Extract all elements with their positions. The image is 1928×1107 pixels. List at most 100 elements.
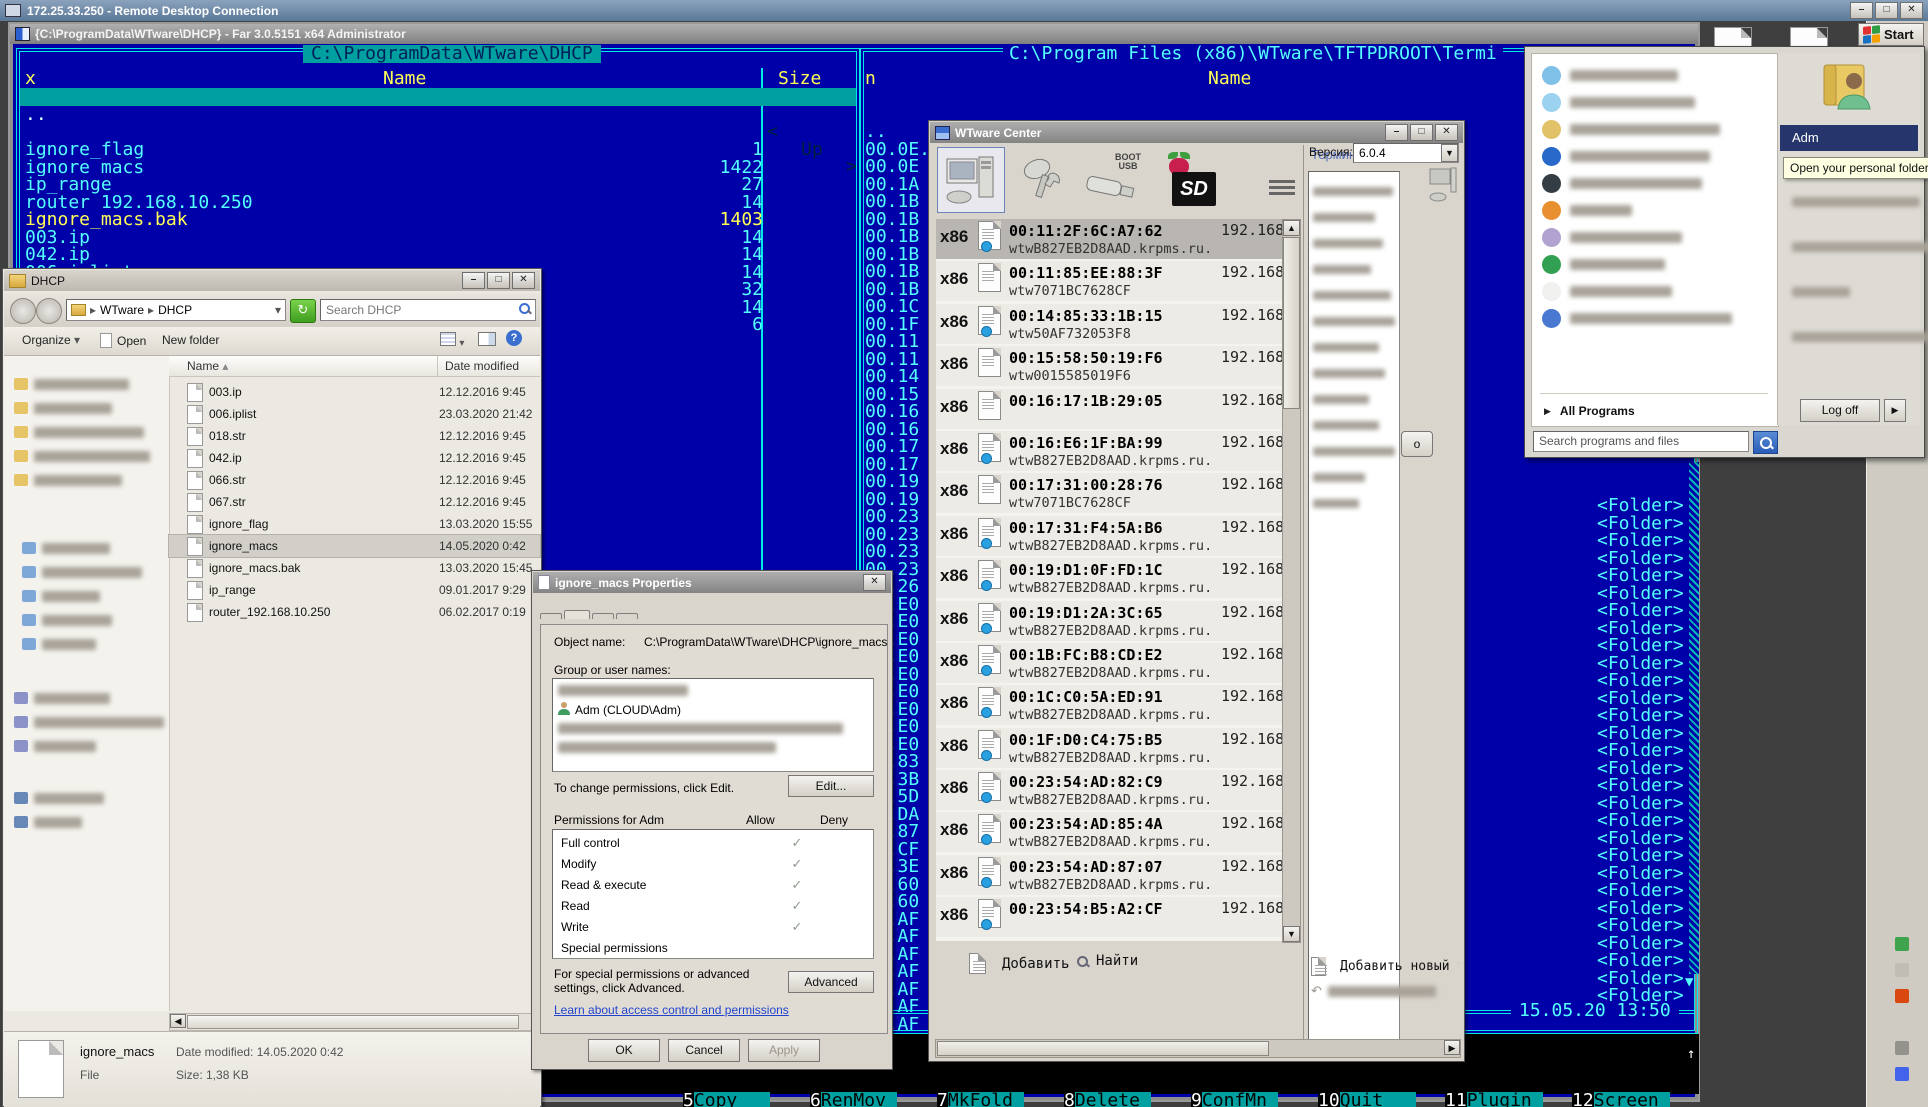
terminal-row[interactable]: x86 00:11:2F:6C:A7:62192.168.10.49 wtwB8… bbox=[936, 219, 1282, 259]
explorer-file-row[interactable]: ignore_flag 13.03.2020 15:55 bbox=[169, 513, 540, 535]
scroll-up-icon[interactable]: ▲ bbox=[1283, 220, 1300, 236]
far-file-row[interactable]: ignore_macs 1422 bbox=[25, 159, 857, 177]
user-name-item[interactable]: Adm bbox=[1780, 125, 1918, 151]
explorer-file-row[interactable]: ignore_macs 14.05.2020 0:42 bbox=[169, 535, 540, 557]
search-go-button[interactable] bbox=[1753, 431, 1778, 454]
config-list-item[interactable] bbox=[1313, 412, 1395, 438]
terminal-row[interactable]: x86 00:16:17:1B:29:05192.168.10.100 bbox=[936, 389, 1282, 429]
permission-row[interactable]: Special permissions bbox=[553, 937, 873, 958]
start-menu-item[interactable] bbox=[1542, 305, 1732, 332]
start-menu-item[interactable] bbox=[1542, 170, 1732, 197]
explorer-hscrollbar[interactable]: ◀ bbox=[169, 1013, 542, 1031]
far-titlebar[interactable]: {C:\ProgramData\WTware\DHCP} - Far 3.0.5… bbox=[10, 24, 1698, 44]
group-user-list[interactable]: Adm (CLOUD\Adm) bbox=[552, 678, 874, 772]
group-user-row[interactable] bbox=[555, 719, 871, 738]
permission-row[interactable]: Write ✓ bbox=[553, 916, 873, 937]
far-right-scrollbar[interactable] bbox=[1689, 462, 1699, 974]
chevron-down-icon[interactable]: ▾ bbox=[275, 303, 281, 317]
start-button[interactable]: Start bbox=[1858, 23, 1924, 46]
config-list-item[interactable] bbox=[1313, 438, 1395, 464]
menu-hamburger-icon[interactable] bbox=[1269, 177, 1295, 199]
edit-button[interactable]: Edit... bbox=[788, 775, 874, 797]
permissions-list[interactable]: Full control ✓ Modify ✓ Read & execute ✓… bbox=[552, 829, 874, 959]
start-menu-right-item[interactable] bbox=[1792, 314, 1928, 359]
restore-action[interactable]: ↶ bbox=[1311, 983, 1436, 999]
terminal-row[interactable]: x86 00:11:85:EE:88:3F192.168.10.93 wtw70… bbox=[936, 261, 1282, 301]
find-terminal-action[interactable]: Найти bbox=[1077, 953, 1138, 969]
explorer-sidebar[interactable] bbox=[4, 356, 170, 1011]
explorer-titlebar[interactable]: DHCP – □ ✕ bbox=[4, 270, 540, 291]
config-list[interactable] bbox=[1308, 171, 1400, 1043]
scroll-left-icon[interactable]: ◀ bbox=[170, 1014, 186, 1028]
logoff-options-button[interactable]: ▶ bbox=[1884, 399, 1906, 422]
explorer-file-row[interactable]: 006.iplist 23.03.2020 21:42 bbox=[169, 403, 540, 425]
config-list-item[interactable] bbox=[1313, 204, 1395, 230]
terminals-toolbar-button[interactable] bbox=[937, 147, 1005, 213]
explorer-file-row[interactable]: 067.str 12.12.2016 9:45 bbox=[169, 491, 540, 513]
organize-button[interactable]: Organize ▾ bbox=[22, 333, 80, 347]
explorer-file-row[interactable]: ignore_macs.bak 13.03.2020 15:45 bbox=[169, 557, 540, 579]
terminal-row[interactable]: x86 00:1B:FC:B8:CD:E2192.168.10.84 wtwB8… bbox=[936, 643, 1282, 683]
start-menu-item[interactable] bbox=[1542, 89, 1732, 116]
terminal-row[interactable]: x86 00:17:31:00:28:76192.168.10.16 wtw70… bbox=[936, 473, 1282, 513]
far-up-row[interactable]: .. < Up > bbox=[20, 88, 856, 106]
sidebar-item[interactable] bbox=[14, 372, 150, 396]
terminal-row[interactable]: x86 00:17:31:F4:5A:B6192.168.10.10 wtwB8… bbox=[936, 516, 1282, 556]
sidebar-item[interactable] bbox=[22, 584, 142, 608]
scroll-down-icon[interactable]: ▼ bbox=[1283, 926, 1300, 942]
far-file-row[interactable]: 042.ip 14 bbox=[25, 246, 857, 264]
group-user-row[interactable]: Adm (CLOUD\Adm) bbox=[555, 700, 871, 719]
explorer-maximize-button[interactable]: □ bbox=[487, 272, 510, 289]
explorer-file-row[interactable]: 003.ip 12.12.2016 9:45 bbox=[169, 381, 540, 403]
explorer-file-row[interactable]: 018.str 12.12.2016 9:45 bbox=[169, 425, 540, 447]
start-menu-item[interactable] bbox=[1542, 251, 1732, 278]
advanced-button[interactable]: Advanced bbox=[788, 971, 874, 993]
tray-icon[interactable] bbox=[1895, 1041, 1909, 1055]
add-new-terminal-action[interactable]: Добавить новый т bbox=[1311, 957, 1459, 976]
views-button[interactable]: ▾ bbox=[440, 332, 470, 348]
far-history-arrow[interactable]: ↑ bbox=[1687, 1046, 1695, 1064]
far-file-row[interactable]: ignore_flag 1 bbox=[25, 141, 857, 159]
breadcrumb[interactable]: ▸ WTware ▸ DHCP ▾ bbox=[66, 299, 286, 321]
terminal-row[interactable]: x86 00:1C:C0:5A:ED:91192.168.10.91 wtwB8… bbox=[936, 685, 1282, 725]
logoff-button[interactable]: Log off bbox=[1800, 399, 1880, 422]
version-select[interactable]: 6.0.4 ▼ bbox=[1353, 143, 1459, 163]
tray-icon[interactable] bbox=[1895, 1067, 1909, 1081]
far-key[interactable]: 12Screen bbox=[1442, 1074, 1670, 1093]
terminal-row[interactable]: x86 00:14:85:33:1B:15192.168.10.74 wtw50… bbox=[936, 304, 1282, 344]
rdp-minimize-button[interactable]: – bbox=[1850, 2, 1873, 19]
properties-tab[interactable] bbox=[564, 610, 590, 619]
cancel-button[interactable]: Cancel bbox=[668, 1039, 740, 1062]
explorer-file-row[interactable]: 042.ip 12.12.2016 9:45 bbox=[169, 447, 540, 469]
hscroll-thumb[interactable] bbox=[187, 1015, 519, 1029]
tray-icon[interactable] bbox=[1895, 989, 1909, 1003]
ok-button[interactable]: OK bbox=[588, 1039, 660, 1062]
terminal-row[interactable]: x86 00:16:E6:1F:BA:99192.168.10.103 wtwB… bbox=[936, 431, 1282, 471]
config-list-item[interactable] bbox=[1313, 386, 1395, 412]
sidebar-item[interactable] bbox=[22, 608, 142, 632]
breadcrumb-root[interactable]: WTware bbox=[100, 303, 144, 317]
start-menu-right-item[interactable] bbox=[1792, 179, 1928, 224]
wtware-hscrollbar[interactable]: ▶ bbox=[935, 1039, 1461, 1058]
boot-usb-toolbar-button[interactable]: BOOT USB bbox=[1081, 147, 1149, 213]
settings-toolbar-button[interactable] bbox=[1009, 147, 1077, 213]
expand-button[interactable]: o bbox=[1401, 431, 1433, 457]
wtware-titlebar[interactable]: WTware Center – □ ✕ bbox=[930, 122, 1463, 143]
start-menu-item[interactable] bbox=[1542, 278, 1732, 305]
access-control-link[interactable]: Learn about access control and permissio… bbox=[554, 1003, 789, 1017]
config-list-item[interactable] bbox=[1313, 256, 1395, 282]
terminal-row[interactable]: x86 00:23:54:AD:87:07192.168.10.54 wtwB8… bbox=[936, 855, 1282, 895]
wtware-maximize-button[interactable]: □ bbox=[1410, 124, 1433, 141]
forward-button[interactable] bbox=[36, 298, 62, 324]
open-button[interactable]: Open bbox=[100, 333, 146, 348]
back-button[interactable] bbox=[10, 298, 36, 324]
help-icon[interactable]: ? bbox=[506, 330, 522, 346]
scrollbar-thumb[interactable] bbox=[1283, 237, 1300, 409]
config-list-item[interactable] bbox=[1313, 464, 1395, 490]
config-list-item[interactable] bbox=[1313, 490, 1395, 516]
all-programs[interactable]: ▶ All Programs bbox=[1544, 404, 1635, 418]
config-list-item[interactable] bbox=[1313, 230, 1395, 256]
start-menu-item[interactable] bbox=[1542, 62, 1732, 89]
scroll-down-icon[interactable]: ▼ bbox=[1685, 974, 1693, 992]
permission-row[interactable]: Read & execute ✓ bbox=[553, 874, 873, 895]
